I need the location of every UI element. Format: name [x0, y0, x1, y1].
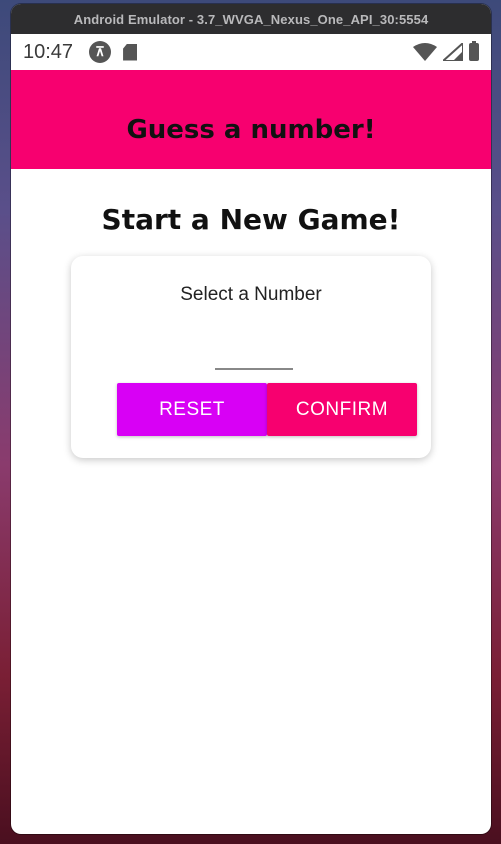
- status-right-icons: [413, 34, 479, 70]
- screen-title: Start a New Game!: [101, 203, 401, 236]
- select-number-label: Select a Number: [180, 284, 322, 305]
- header-title: Guess a number!: [126, 115, 376, 145]
- signal-icon: [443, 43, 463, 61]
- sd-card-icon: [123, 43, 138, 61]
- app-badge-icon: ⊼: [89, 41, 112, 63]
- app-header: Guess a number!: [11, 70, 491, 169]
- android-status-bar: 10:47 ⊼: [11, 34, 491, 70]
- status-time: 10:47: [23, 40, 74, 63]
- window-title: Android Emulator - 3.7_WVGA_Nexus_One_AP…: [73, 11, 429, 27]
- confirm-button[interactable]: CONFIRM: [267, 383, 417, 436]
- input-card: Select a Number RESET CONFIRM: [71, 256, 431, 458]
- battery-icon: [469, 41, 479, 61]
- number-input[interactable]: [215, 340, 293, 370]
- emulator-window: Android Emulator - 3.7_WVGA_Nexus_One_AP…: [11, 4, 491, 834]
- reset-button[interactable]: RESET: [117, 383, 267, 436]
- wifi-icon: [413, 43, 437, 61]
- window-titlebar: Android Emulator - 3.7_WVGA_Nexus_One_AP…: [11, 4, 491, 34]
